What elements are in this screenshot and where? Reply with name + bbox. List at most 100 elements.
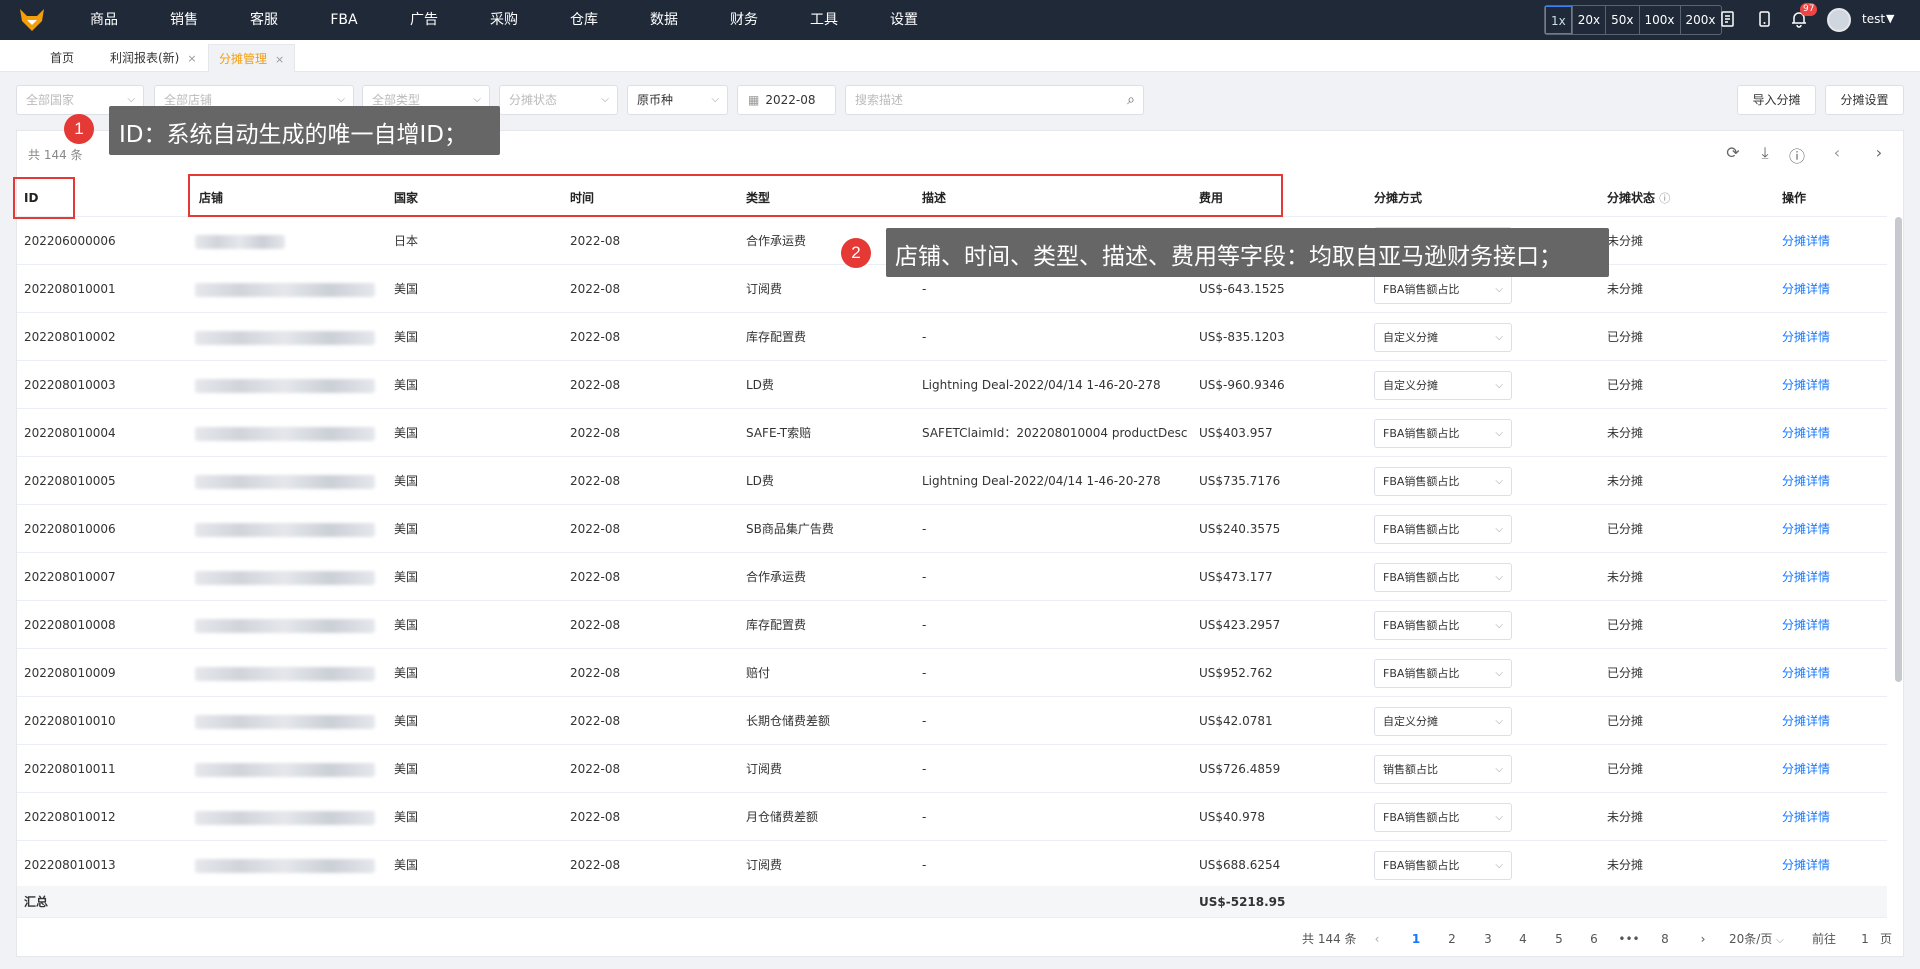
notification-badge: 97 [1800,3,1818,16]
op-link[interactable]: 分摊详情 [1782,697,1830,745]
pager-prev-icon[interactable]: ‹ [1366,924,1388,954]
cell-time: 2022-08 [570,618,621,632]
search-icon[interactable]: ⌕ [1127,86,1135,114]
nav-item[interactable]: 设置 [864,0,944,40]
zoom-option[interactable]: 50x [1605,6,1638,34]
method-select[interactable]: FBA销售额占比 ⌵ [1374,851,1512,880]
nav-item[interactable]: 销售 [144,0,224,40]
pager-ellipsis[interactable]: ••• [1618,924,1640,954]
cell-type: 订阅费 [746,282,783,296]
zoom-option[interactable]: 1x [1545,6,1572,34]
tab-allocation[interactable]: 分摊管理 × [208,44,296,72]
import-allocation-button[interactable]: 导入分摊 [1737,85,1816,115]
next-icon[interactable]: › [1870,143,1888,162]
zoom-option[interactable]: 200x [1679,6,1721,34]
op-link[interactable]: 分摊详情 [1782,313,1830,361]
nav-item[interactable]: FBA [304,0,384,40]
op-link[interactable]: 分摊详情 [1782,553,1830,601]
nav-item[interactable]: 工具 [784,0,864,40]
method-select[interactable]: FBA销售额占比 ⌵ [1374,563,1512,592]
op-link[interactable]: 分摊详情 [1782,457,1830,505]
username[interactable]: test [1862,12,1885,26]
cell-time: 2022-08 [570,282,621,296]
op-link[interactable]: 分摊详情 [1782,217,1830,265]
mobile-icon[interactable] [1754,10,1774,30]
method-select[interactable]: FBA销售额占比 ⌵ [1374,803,1512,832]
op-link[interactable]: 分摊详情 [1782,649,1830,697]
cell-status: 已分摊 [1607,618,1644,632]
status-select[interactable]: 分摊状态 ⌵ [499,85,618,115]
pager-page[interactable]: 3 [1477,924,1499,954]
month-picker[interactable]: ▦ 2022-08 [737,85,836,115]
page-suffix: 页 [1880,932,1893,946]
caret-down-icon[interactable]: ▼ [1886,12,1894,25]
pager-next-icon[interactable]: › [1692,924,1714,954]
nav-item[interactable]: 商品 [64,0,144,40]
table-row: 202208010010 美国 2022-08 长期仓储费差额 - US$42.0781 自… [17,697,1887,745]
goto-input[interactable]: 1 [1855,924,1875,954]
close-icon[interactable]: × [275,53,284,66]
help-icon[interactable]: ⓘ [1659,192,1670,205]
task-list-icon[interactable] [1718,10,1738,30]
op-link[interactable]: 分摊详情 [1782,409,1830,457]
method-select[interactable]: FBA销售额占比 ⌵ [1374,611,1512,640]
zoom-option[interactable]: 100x [1638,6,1680,34]
op-link[interactable]: 分摊详情 [1782,793,1830,841]
op-link[interactable]: 分摊详情 [1782,841,1830,889]
method-select[interactable]: FBA销售额占比 ⌵ [1374,659,1512,688]
nav-item[interactable]: 仓库 [544,0,624,40]
cell-type: 库存配置费 [746,330,807,344]
nav-item[interactable]: 广告 [384,0,464,40]
pager-page[interactable]: 8 [1654,924,1676,954]
pager-page[interactable]: 5 [1548,924,1570,954]
op-link[interactable]: 分摊详情 [1782,361,1830,409]
cell-fee: US$473.177 [1199,570,1273,584]
pager-page[interactable]: 4 [1512,924,1534,954]
method-select[interactable]: FBA销售额占比 ⌵ [1374,275,1512,304]
help-icon[interactable]: ⓘ [1788,143,1806,167]
nav-item[interactable]: 客服 [224,0,304,40]
search-input[interactable]: 搜索描述 ⌕ [845,85,1144,115]
chevron-down-icon: ⌵ [1495,428,1503,439]
cell-status: 未分摊 [1607,426,1644,440]
avatar[interactable] [1827,8,1851,32]
op-link[interactable]: 分摊详情 [1782,265,1830,313]
scrollbar[interactable] [1895,217,1902,682]
page-size-select[interactable]: 20条/页 ⌵ [1729,924,1793,954]
cell-country: 美国 [394,810,419,824]
method-select[interactable]: 自定义分摊 ⌵ [1374,707,1512,736]
nav-item[interactable]: 采购 [464,0,544,40]
cell-status: 已分摊 [1607,666,1644,680]
tab-home[interactable]: 首页 [40,44,84,72]
zoom-option[interactable]: 20x [1571,6,1605,34]
prev-icon[interactable]: ‹ [1828,143,1846,162]
op-link[interactable]: 分摊详情 [1782,601,1830,649]
cell-time: 2022-08 [570,234,621,248]
method-select[interactable]: FBA销售额占比 ⌵ [1374,515,1512,544]
close-icon[interactable]: × [187,52,196,65]
method-select[interactable]: 自定义分摊 ⌵ [1374,323,1512,352]
method-select[interactable]: FBA销售额占比 ⌵ [1374,467,1512,496]
method-select[interactable]: 销售额占比 ⌵ [1374,755,1512,784]
table-row: 202208010006 美国 2022-08 SB商品集广告费 - US$240.357… [17,505,1887,553]
callout-id-text: ID：系统自动生成的唯一自增ID； [119,122,467,148]
shop-blurred [195,331,375,345]
table-row: 202208010003 美国 2022-08 LD费 Lightning Deal-2… [17,361,1887,409]
op-link[interactable]: 分摊详情 [1782,745,1830,793]
pager-page[interactable]: 6 [1583,924,1605,954]
refresh-icon[interactable]: ⟳ [1724,143,1742,162]
currency-select[interactable]: 原币种 ⌵ [627,85,728,115]
download-icon[interactable]: ⤓ [1756,143,1774,163]
pager-page[interactable]: 2 [1441,924,1463,954]
nav-item[interactable]: 数据 [624,0,704,40]
method-select[interactable]: FBA销售额占比 ⌵ [1374,419,1512,448]
method-select[interactable]: 自定义分摊 ⌵ [1374,371,1512,400]
pager-page[interactable]: 1 [1405,924,1427,954]
cell-id: 202208010011 [24,762,116,776]
allocation-settings-button[interactable]: 分摊设置 [1825,85,1904,115]
fox-logo-icon[interactable] [0,0,64,40]
op-link[interactable]: 分摊详情 [1782,505,1830,553]
tab-profit-report[interactable]: 利润报表(新) × [100,44,207,72]
nav-item[interactable]: 财务 [704,0,784,40]
shop-blurred [195,859,375,873]
